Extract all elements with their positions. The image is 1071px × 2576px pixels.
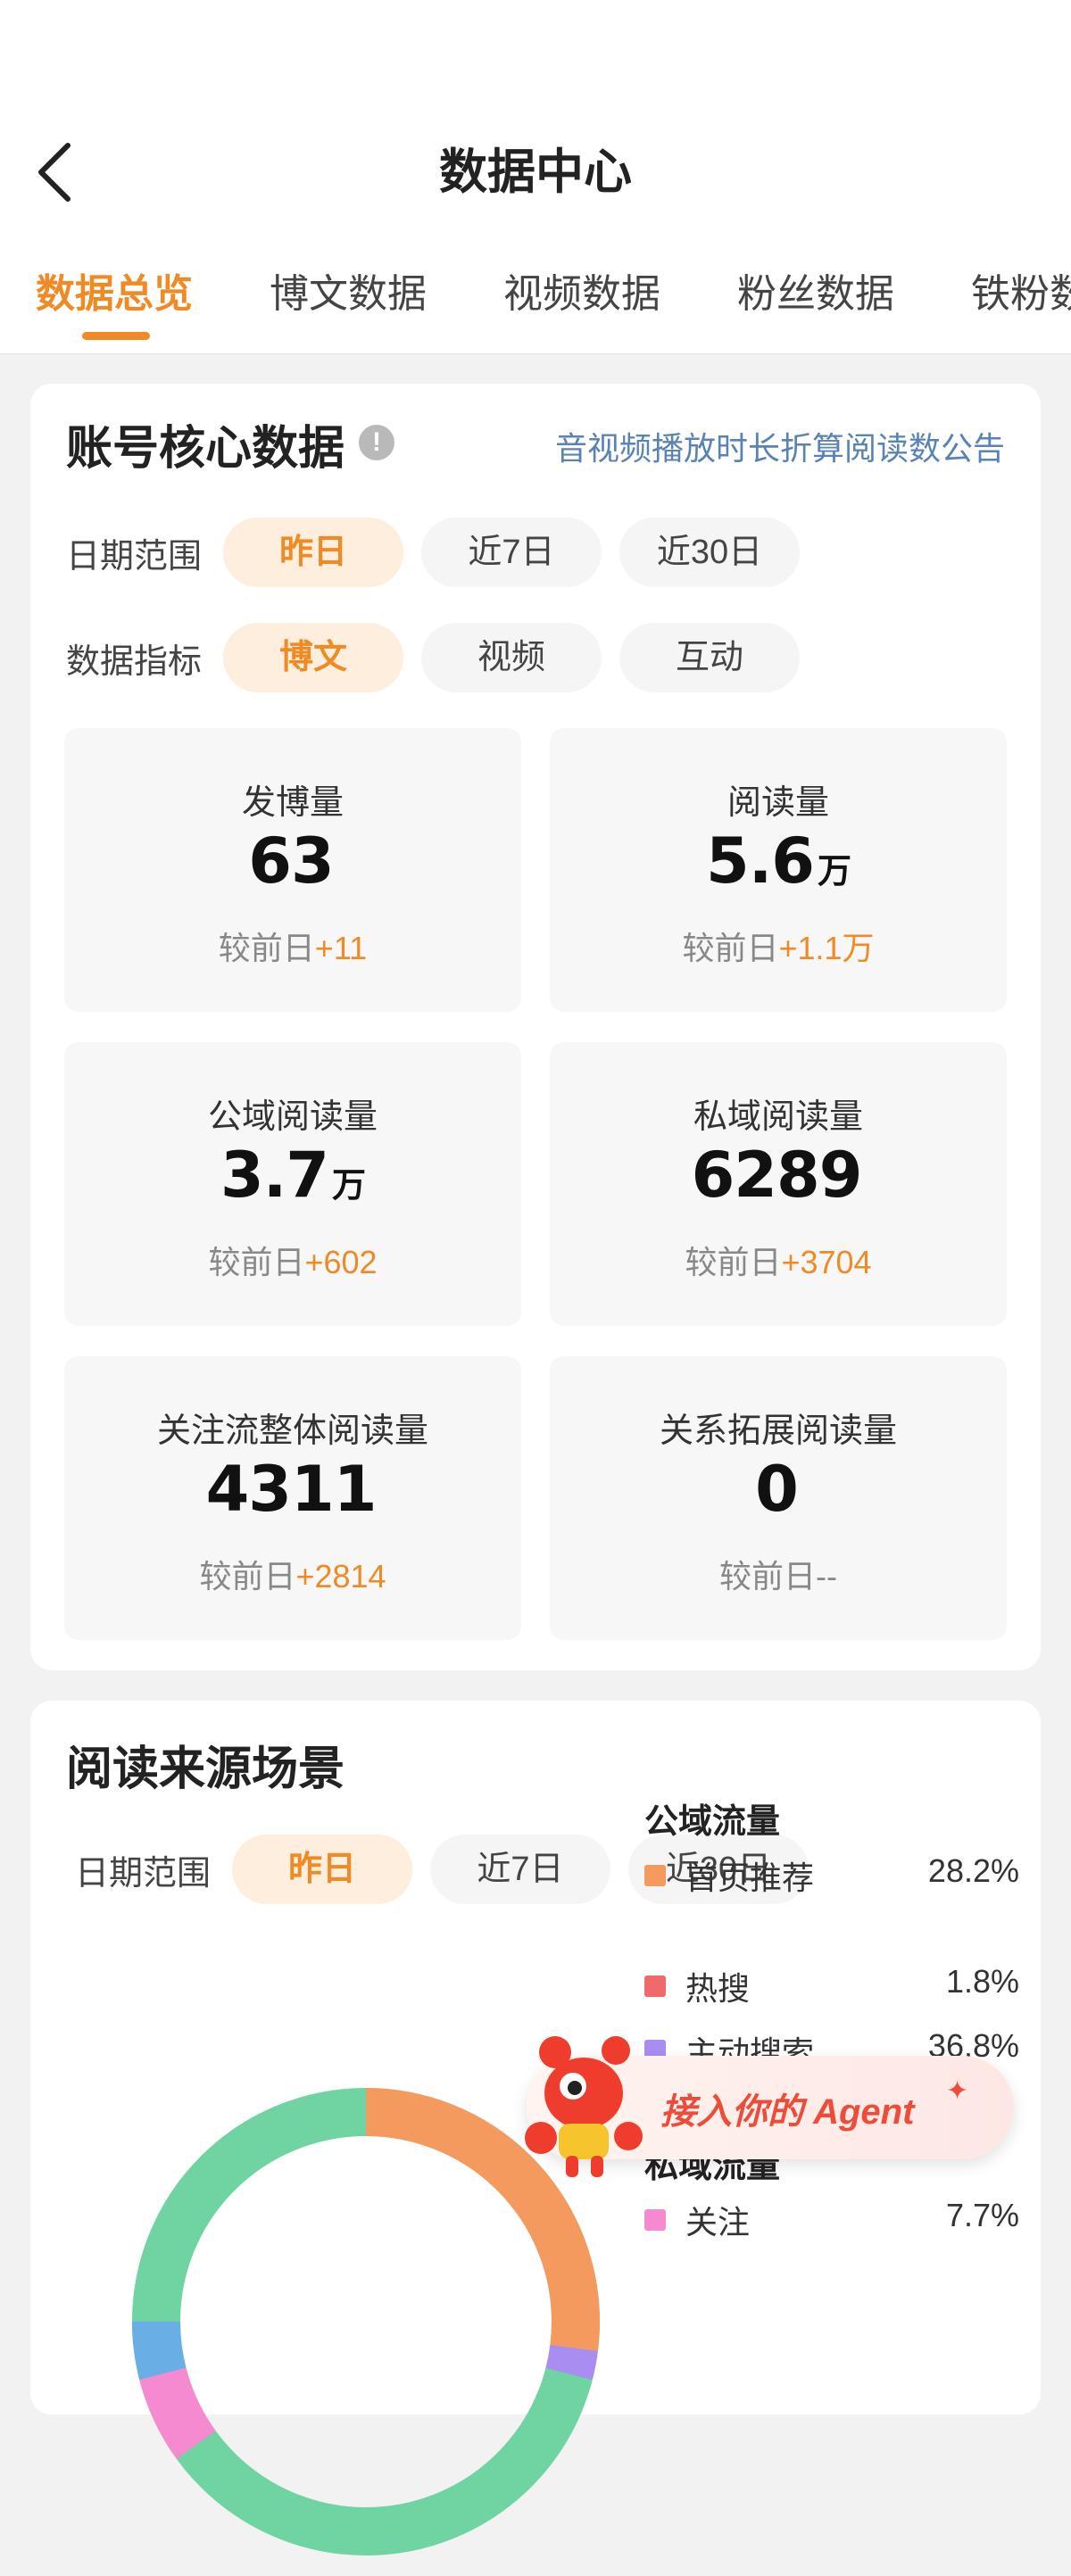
legend-item: 首页推荐 28.2%: [644, 1852, 1019, 1897]
stat-change: 较前日+1.1万: [682, 930, 875, 966]
date-range-label: 日期范围: [66, 538, 203, 576]
tab-post-data[interactable]: 博文数据: [270, 259, 427, 330]
stat-post-count[interactable]: 发博量 63 较前日+11: [64, 728, 521, 1012]
public-traffic-title: 公域流量: [644, 1803, 781, 1841]
stat-public-read[interactable]: 公域阅读量 3.7 万 较前日+602: [64, 1042, 521, 1326]
tab-video-data[interactable]: 视频数据: [503, 259, 660, 330]
stat-label: 发博量: [241, 784, 344, 822]
stat-value: 63: [248, 824, 334, 898]
metric-option-post[interactable]: 博文: [223, 623, 403, 692]
stat-change: 较前日+3704: [685, 1244, 872, 1280]
read-source-title: 阅读来源场景: [66, 1744, 345, 1795]
stat-change: 较前日+11: [218, 930, 368, 966]
notice-link[interactable]: 音视频播放时长折算阅读数公告: [555, 423, 1005, 469]
stat-label: 阅读量: [726, 784, 829, 822]
agent-banner-text: 接入你的 Agent: [660, 2092, 915, 2132]
stat-change: 较前日--: [719, 1558, 837, 1594]
legend-item: 关注 7.7%: [644, 2197, 1019, 2241]
stat-label: 公域阅读量: [207, 1098, 378, 1136]
stat-relation-read[interactable]: 关系拓展阅读量 0 较前日--: [550, 1356, 1007, 1640]
legend-swatch: [644, 1865, 666, 1886]
stat-value: 3.7 万: [220, 1139, 366, 1212]
date-option-30days[interactable]: 近30日: [619, 518, 800, 587]
stat-label: 私域阅读量: [693, 1098, 863, 1136]
stat-follow-feed-read[interactable]: 关注流整体阅读量 4311 较前日+2814: [64, 1356, 521, 1640]
core-data-card: 账号核心数据 ! 音视频播放时长折算阅读数公告 日期范围 昨日 近7日 近30日…: [30, 384, 1041, 1670]
metric-option-interaction[interactable]: 互动: [619, 623, 800, 692]
stat-change: 较前日+602: [208, 1244, 378, 1280]
source-date-7days[interactable]: 近7日: [430, 1835, 610, 1904]
source-date-yesterday[interactable]: 昨日: [232, 1835, 412, 1904]
date-option-7days[interactable]: 近7日: [421, 518, 602, 587]
legend-swatch: [644, 2209, 666, 2231]
legend-item: 热搜 1.8%: [644, 1963, 1019, 2008]
stat-label: 关系拓展阅读量: [659, 1412, 897, 1450]
sparkle-icon: ✦: [946, 2076, 969, 2106]
page-title: 数据中心: [439, 145, 632, 199]
tab-overview[interactable]: 数据总览: [36, 259, 193, 330]
date-option-yesterday[interactable]: 昨日: [223, 518, 403, 587]
metric-label: 数据指标: [66, 643, 203, 681]
mascot-icon: [525, 2036, 643, 2177]
stat-label: 关注流整体阅读量: [156, 1412, 428, 1450]
info-icon[interactable]: !: [359, 425, 394, 460]
top-bar: 数据中心 数据总览 博文数据 视频数据 粉丝数据 铁粉数: [0, 0, 1071, 354]
active-tab-indicator: [82, 332, 150, 340]
tab-fans-data[interactable]: 粉丝数据: [737, 259, 894, 330]
stat-read-count[interactable]: 阅读量 5.6 万 较前日+1.1万: [550, 728, 1007, 1012]
tab-iron-fans[interactable]: 铁粉数: [971, 259, 1071, 330]
legend-swatch: [644, 1975, 666, 1997]
metric-option-video[interactable]: 视频: [421, 623, 602, 692]
tab-bar: 数据总览 博文数据 视频数据 粉丝数据 铁粉数: [0, 259, 1071, 339]
stat-change: 较前日+2814: [199, 1558, 386, 1594]
stat-value: 0: [755, 1453, 799, 1526]
date-range-label: 日期范围: [75, 1855, 212, 1893]
stat-value: 5.6 万: [705, 824, 851, 898]
core-data-title: 账号核心数据: [66, 423, 345, 475]
stat-value: 4311: [205, 1453, 378, 1526]
stat-private-read[interactable]: 私域阅读量 6289 较前日+3704: [550, 1042, 1007, 1326]
stat-value: 6289: [691, 1139, 863, 1212]
